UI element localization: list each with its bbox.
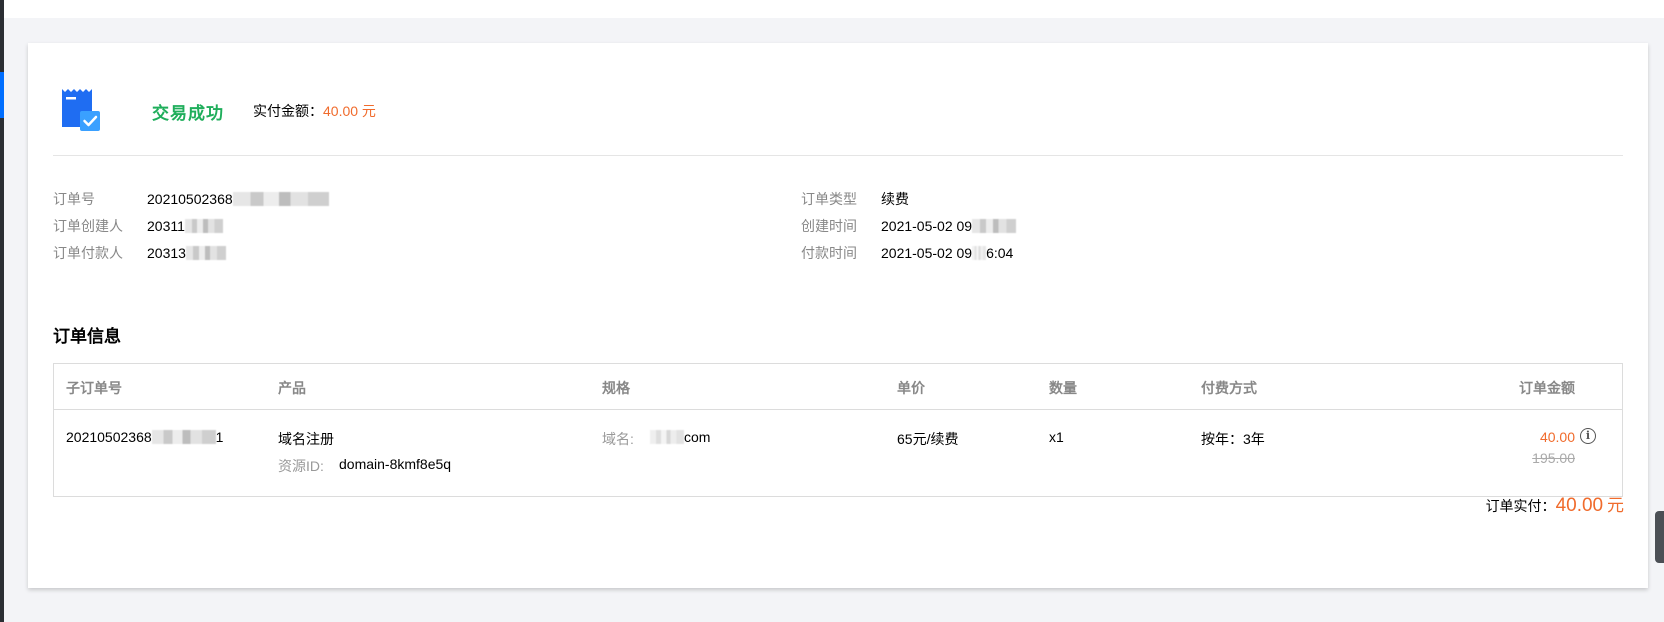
cell-resource-label: 资源ID: — [278, 458, 324, 474]
create-time-visible: 2021-05-02 09 — [881, 218, 973, 234]
masked-text — [151, 430, 216, 445]
masked-text — [184, 219, 223, 234]
meta-label: 订单号 — [53, 191, 95, 207]
cell-amount: 40.00 — [1539, 429, 1575, 445]
cell-spec-label: 域名: — [602, 431, 634, 447]
cell-quantity: x1 — [1049, 429, 1064, 445]
cell-product: 域名注册 — [278, 431, 334, 447]
meta-label: 订单类型 — [801, 191, 857, 207]
meta-label: 订单付款人 — [53, 245, 123, 261]
spec-value-visible: com — [684, 429, 711, 445]
section-title-order-info: 订单信息 — [53, 327, 121, 346]
header-divider — [53, 155, 1623, 156]
payer-visible: 20313 — [147, 245, 186, 261]
creator-visible: 20311 — [147, 218, 185, 234]
order-total: 订单实付：40.00 元 — [1486, 491, 1624, 517]
meta-value: 20313 — [147, 243, 226, 263]
masked-text — [185, 246, 226, 261]
meta-value: 20210502368 — [147, 189, 329, 209]
meta-label: 创建时间 — [801, 218, 857, 234]
sidebar-active-indicator — [0, 72, 4, 118]
cell-original-amount: 195.00 — [1532, 450, 1575, 466]
meta-value: 20311 — [147, 216, 223, 236]
pay-time-suffix: 6:04 — [986, 245, 1014, 261]
col-header-spec: 规格 — [602, 380, 630, 396]
col-header-sub-order: 子订单号 — [66, 380, 122, 396]
pay-time-visible: 2021-05-02 09 — [881, 245, 973, 261]
paid-amount-value: 40.00 元 — [323, 103, 376, 119]
paid-amount: 实付金额：40.00 元 — [253, 101, 376, 121]
masked-text — [972, 246, 987, 261]
cell-sub-order-no: 20210502368 1 — [66, 429, 223, 445]
sub-order-suffix: 1 — [215, 429, 224, 445]
meta-value: 2021-05-02 09 6:04 — [881, 243, 1013, 263]
info-icon[interactable]: i — [1580, 428, 1596, 444]
total-unit: 元 — [1607, 496, 1624, 515]
masked-text — [650, 430, 684, 445]
col-header-amount: 订单金额 — [1519, 380, 1575, 396]
top-bar — [4, 0, 1664, 18]
order-status-header: 交易成功 实付金额：40.00 元 — [52, 83, 1612, 139]
cell-pay-method: 按年：3年 — [1201, 431, 1265, 447]
order-items-table: 子订单号 产品 规格 单价 数量 付费方式 订单金额 20210502368 1 … — [53, 363, 1623, 497]
cell-spec-value: com — [650, 429, 710, 445]
masked-text — [232, 192, 329, 207]
cell-resource-id[interactable]: domain-8kmf8e5q — [339, 456, 451, 472]
meta-label: 付款时间 — [801, 245, 857, 261]
total-amount: 40.00 — [1555, 495, 1604, 516]
col-header-unit-price: 单价 — [897, 380, 925, 396]
col-header-pay-method: 付费方式 — [1201, 380, 1257, 396]
meta-label: 订单创建人 — [53, 218, 123, 234]
receipt-success-icon — [62, 89, 100, 131]
paid-amount-label: 实付金额： — [253, 103, 323, 119]
col-header-product: 产品 — [278, 380, 306, 396]
table-header: 子订单号 产品 规格 单价 数量 付费方式 订单金额 — [54, 364, 1622, 410]
order-status-title: 交易成功 — [152, 104, 224, 123]
cell-unit-price: 65元/续费 — [897, 431, 959, 447]
col-header-quantity: 数量 — [1049, 380, 1077, 396]
meta-value: 续费 — [881, 191, 909, 207]
masked-text — [972, 219, 1017, 234]
order-no-visible: 20210502368 — [147, 191, 233, 207]
order-detail-card: 交易成功 实付金额：40.00 元 订单号 20210502368 订单创建人 … — [28, 43, 1648, 588]
meta-value: 2021-05-02 09 — [881, 216, 1017, 236]
feedback-handle[interactable] — [1655, 511, 1664, 563]
sub-order-visible: 20210502368 — [66, 429, 152, 445]
total-label: 订单实付： — [1485, 498, 1556, 514]
